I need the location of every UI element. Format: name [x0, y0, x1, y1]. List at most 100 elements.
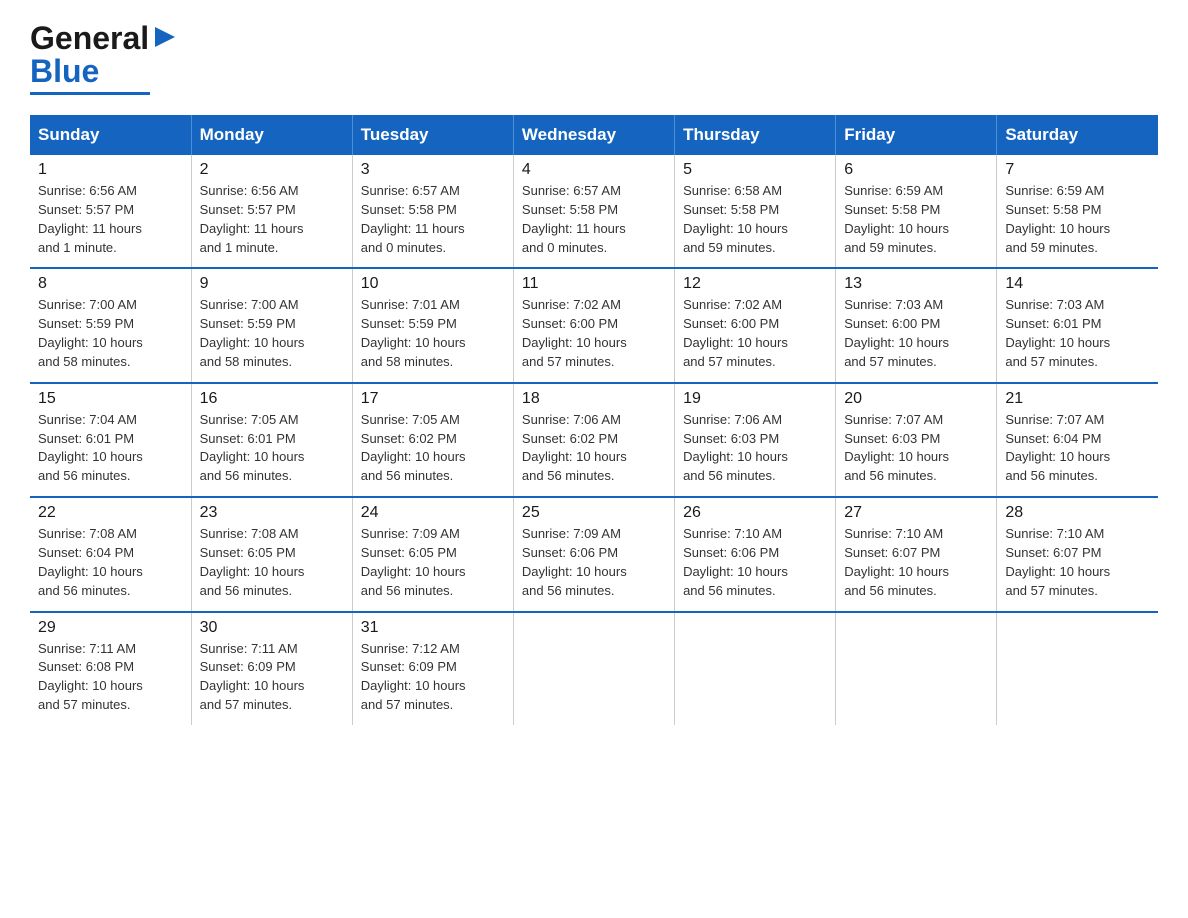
- day-info: Sunrise: 7:11 AM Sunset: 6:09 PM Dayligh…: [200, 640, 344, 715]
- day-info: Sunrise: 6:57 AM Sunset: 5:58 PM Dayligh…: [361, 182, 505, 257]
- day-info: Sunrise: 7:12 AM Sunset: 6:09 PM Dayligh…: [361, 640, 505, 715]
- column-header-sunday: Sunday: [30, 115, 191, 155]
- day-number: 13: [844, 275, 988, 293]
- day-info: Sunrise: 7:08 AM Sunset: 6:05 PM Dayligh…: [200, 525, 344, 600]
- calendar-cell: 25 Sunrise: 7:09 AM Sunset: 6:06 PM Dayli…: [513, 497, 674, 611]
- calendar-cell: 17 Sunrise: 7:05 AM Sunset: 6:02 PM Dayli…: [352, 383, 513, 497]
- day-info: Sunrise: 7:01 AM Sunset: 5:59 PM Dayligh…: [361, 296, 505, 371]
- calendar-header-row: SundayMondayTuesdayWednesdayThursdayFrid…: [30, 115, 1158, 155]
- day-info: Sunrise: 6:56 AM Sunset: 5:57 PM Dayligh…: [200, 182, 344, 257]
- calendar-cell: 30 Sunrise: 7:11 AM Sunset: 6:09 PM Dayli…: [191, 612, 352, 725]
- day-number: 16: [200, 390, 344, 408]
- day-info: Sunrise: 7:03 AM Sunset: 6:01 PM Dayligh…: [1005, 296, 1150, 371]
- calendar-cell: 23 Sunrise: 7:08 AM Sunset: 6:05 PM Dayli…: [191, 497, 352, 611]
- day-info: Sunrise: 7:09 AM Sunset: 6:05 PM Dayligh…: [361, 525, 505, 600]
- day-number: 27: [844, 504, 988, 522]
- calendar-cell: 5 Sunrise: 6:58 AM Sunset: 5:58 PM Daylig…: [675, 155, 836, 268]
- calendar-week-row: 8 Sunrise: 7:00 AM Sunset: 5:59 PM Daylig…: [30, 268, 1158, 382]
- calendar-cell: 2 Sunrise: 6:56 AM Sunset: 5:57 PM Daylig…: [191, 155, 352, 268]
- day-info: Sunrise: 7:09 AM Sunset: 6:06 PM Dayligh…: [522, 525, 666, 600]
- calendar-cell: 6 Sunrise: 6:59 AM Sunset: 5:58 PM Daylig…: [836, 155, 997, 268]
- day-info: Sunrise: 7:05 AM Sunset: 6:02 PM Dayligh…: [361, 411, 505, 486]
- day-number: 15: [38, 390, 183, 408]
- logo-triangle-icon: [151, 23, 179, 51]
- day-info: Sunrise: 7:11 AM Sunset: 6:08 PM Dayligh…: [38, 640, 183, 715]
- day-info: Sunrise: 7:07 AM Sunset: 6:04 PM Dayligh…: [1005, 411, 1150, 486]
- day-number: 11: [522, 275, 666, 293]
- day-info: Sunrise: 6:58 AM Sunset: 5:58 PM Dayligh…: [683, 182, 827, 257]
- day-info: Sunrise: 6:56 AM Sunset: 5:57 PM Dayligh…: [38, 182, 183, 257]
- column-header-tuesday: Tuesday: [352, 115, 513, 155]
- calendar-cell: 13 Sunrise: 7:03 AM Sunset: 6:00 PM Dayli…: [836, 268, 997, 382]
- day-info: Sunrise: 7:10 AM Sunset: 6:07 PM Dayligh…: [1005, 525, 1150, 600]
- day-number: 21: [1005, 390, 1150, 408]
- calendar-cell: 26Sunrise: 7:10 AM Sunset: 6:06 PM Dayli…: [675, 497, 836, 611]
- column-header-friday: Friday: [836, 115, 997, 155]
- day-number: 9: [200, 275, 344, 293]
- calendar-cell: [675, 612, 836, 725]
- calendar-cell: 7Sunrise: 6:59 AM Sunset: 5:58 PM Daylig…: [997, 155, 1158, 268]
- day-info: Sunrise: 7:02 AM Sunset: 6:00 PM Dayligh…: [522, 296, 666, 371]
- calendar-cell: 14Sunrise: 7:03 AM Sunset: 6:01 PM Dayli…: [997, 268, 1158, 382]
- calendar-cell: 11 Sunrise: 7:02 AM Sunset: 6:00 PM Dayli…: [513, 268, 674, 382]
- day-info: Sunrise: 7:06 AM Sunset: 6:02 PM Dayligh…: [522, 411, 666, 486]
- day-number: 12: [683, 275, 827, 293]
- calendar-cell: 9 Sunrise: 7:00 AM Sunset: 5:59 PM Daylig…: [191, 268, 352, 382]
- day-number: 5: [683, 161, 827, 179]
- day-number: 18: [522, 390, 666, 408]
- day-info: Sunrise: 7:06 AM Sunset: 6:03 PM Dayligh…: [683, 411, 827, 486]
- day-number: 30: [200, 619, 344, 637]
- calendar-week-row: 1Sunrise: 6:56 AM Sunset: 5:57 PM Daylig…: [30, 155, 1158, 268]
- calendar-cell: [513, 612, 674, 725]
- day-number: 8: [38, 275, 183, 293]
- day-info: Sunrise: 7:10 AM Sunset: 6:07 PM Dayligh…: [844, 525, 988, 600]
- day-number: 3: [361, 161, 505, 179]
- day-info: Sunrise: 7:00 AM Sunset: 5:59 PM Dayligh…: [38, 296, 183, 371]
- day-number: 6: [844, 161, 988, 179]
- day-number: 20: [844, 390, 988, 408]
- day-number: 25: [522, 504, 666, 522]
- column-header-monday: Monday: [191, 115, 352, 155]
- day-number: 17: [361, 390, 505, 408]
- day-number: 28: [1005, 504, 1150, 522]
- day-info: Sunrise: 7:04 AM Sunset: 6:01 PM Dayligh…: [38, 411, 183, 486]
- day-info: Sunrise: 6:59 AM Sunset: 5:58 PM Dayligh…: [844, 182, 988, 257]
- calendar-cell: 21 Sunrise: 7:07 AM Sunset: 6:04 PM Dayli…: [997, 383, 1158, 497]
- day-info: Sunrise: 7:00 AM Sunset: 5:59 PM Dayligh…: [200, 296, 344, 371]
- calendar-cell: 10 Sunrise: 7:01 AM Sunset: 5:59 PM Dayli…: [352, 268, 513, 382]
- calendar-cell: 29 Sunrise: 7:11 AM Sunset: 6:08 PM Dayli…: [30, 612, 191, 725]
- day-info: Sunrise: 6:57 AM Sunset: 5:58 PM Dayligh…: [522, 182, 666, 257]
- calendar-cell: 22Sunrise: 7:08 AM Sunset: 6:04 PM Dayli…: [30, 497, 191, 611]
- calendar-cell: 4 Sunrise: 6:57 AM Sunset: 5:58 PM Daylig…: [513, 155, 674, 268]
- calendar-week-row: 29 Sunrise: 7:11 AM Sunset: 6:08 PM Dayli…: [30, 612, 1158, 725]
- day-number: 4: [522, 161, 666, 179]
- day-info: Sunrise: 7:07 AM Sunset: 6:03 PM Dayligh…: [844, 411, 988, 486]
- calendar-week-row: 15 Sunrise: 7:04 AM Sunset: 6:01 PM Dayli…: [30, 383, 1158, 497]
- calendar-table: SundayMondayTuesdayWednesdayThursdayFrid…: [30, 115, 1158, 725]
- day-info: Sunrise: 7:05 AM Sunset: 6:01 PM Dayligh…: [200, 411, 344, 486]
- day-number: 26: [683, 504, 827, 522]
- calendar-cell: 24 Sunrise: 7:09 AM Sunset: 6:05 PM Dayli…: [352, 497, 513, 611]
- calendar-cell: 8 Sunrise: 7:00 AM Sunset: 5:59 PM Daylig…: [30, 268, 191, 382]
- day-number: 2: [200, 161, 344, 179]
- calendar-cell: 16 Sunrise: 7:05 AM Sunset: 6:01 PM Dayli…: [191, 383, 352, 497]
- logo-underline: [30, 92, 150, 95]
- calendar-cell: 12Sunrise: 7:02 AM Sunset: 6:00 PM Dayli…: [675, 268, 836, 382]
- calendar-week-row: 22Sunrise: 7:08 AM Sunset: 6:04 PM Dayli…: [30, 497, 1158, 611]
- calendar-cell: 20 Sunrise: 7:07 AM Sunset: 6:03 PM Dayli…: [836, 383, 997, 497]
- calendar-cell: 1Sunrise: 6:56 AM Sunset: 5:57 PM Daylig…: [30, 155, 191, 268]
- calendar-cell: 18 Sunrise: 7:06 AM Sunset: 6:02 PM Dayli…: [513, 383, 674, 497]
- calendar-cell: [997, 612, 1158, 725]
- day-info: Sunrise: 7:03 AM Sunset: 6:00 PM Dayligh…: [844, 296, 988, 371]
- calendar-cell: [836, 612, 997, 725]
- day-number: 29: [38, 619, 183, 637]
- logo-general-text: General: [30, 20, 149, 57]
- day-number: 10: [361, 275, 505, 293]
- logo: General Blue: [30, 20, 179, 95]
- day-number: 24: [361, 504, 505, 522]
- page-header: General Blue: [30, 20, 1158, 95]
- column-header-wednesday: Wednesday: [513, 115, 674, 155]
- day-info: Sunrise: 6:59 AM Sunset: 5:58 PM Dayligh…: [1005, 182, 1150, 257]
- day-number: 22: [38, 504, 183, 522]
- day-number: 23: [200, 504, 344, 522]
